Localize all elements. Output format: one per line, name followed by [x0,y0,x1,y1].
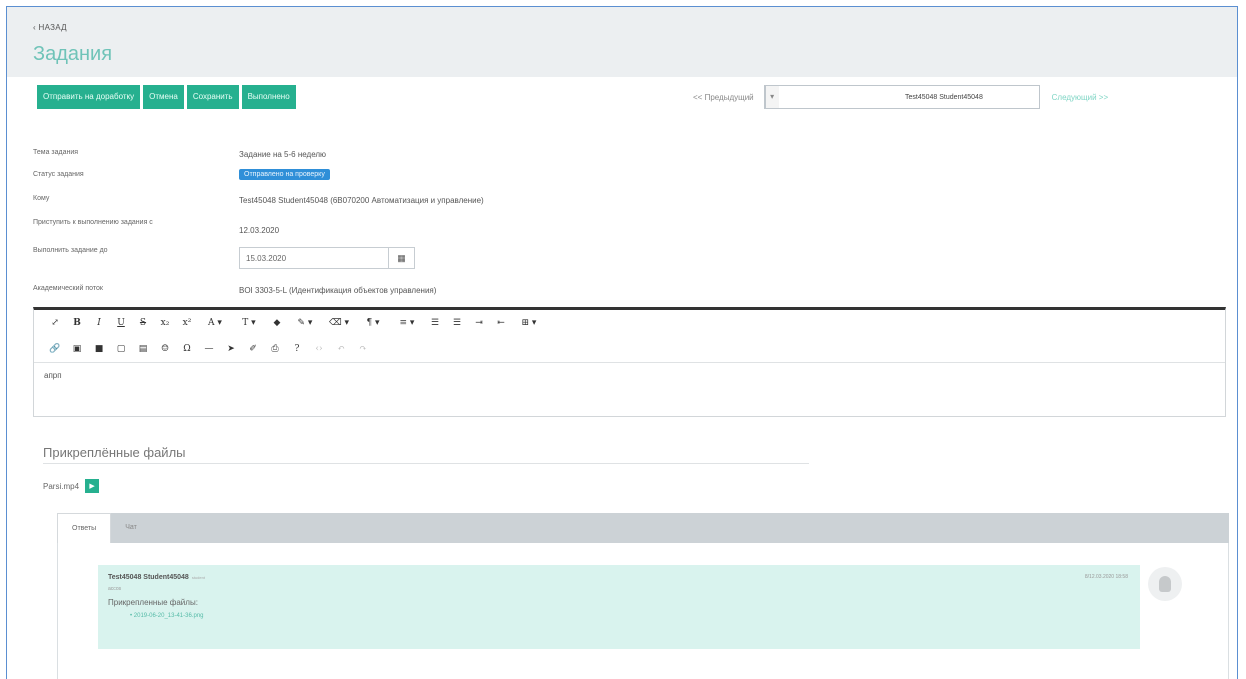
bold-icon[interactable]: B [66,318,88,328]
avatar [1148,567,1182,601]
student-select[interactable]: Test45048 Student45048 ▾ [763,85,1040,109]
user-icon [1159,576,1171,592]
due-date-field[interactable]: 15.03.2020 ▦ [239,247,415,269]
to-whom-label: Кому [33,195,50,202]
link-icon[interactable]: 🔗 [44,344,66,354]
answers-panel: Test45048 Student45048 student ассоs Прик… [57,543,1229,679]
page-header: ‹ НАЗАД Задания [7,7,1237,77]
outdent-icon[interactable]: ⇤ [490,318,512,328]
image-icon[interactable]: ▣ [66,344,88,354]
indent-icon[interactable]: ⇥ [468,318,490,328]
message-file-link[interactable]: • 2019-06-20_13-41-36.png [108,613,1130,619]
save-button[interactable]: Сохранить [186,85,239,109]
code-icon[interactable]: ‹› [308,344,330,354]
highlight-icon[interactable]: ✎ ▾ [288,318,322,328]
status-badge: Отправлено на проверку [239,169,330,180]
emoji-icon[interactable]: ☺ [154,344,176,354]
stream-value: BOI 3303-5-L (Идентификация объектов упр… [239,286,437,295]
next-link[interactable]: Следующий >> [1052,93,1108,102]
message-attachments-label: Прикрепленные файлы: [108,598,198,607]
undo-icon[interactable]: ↶ [330,344,352,354]
list-ordered-icon[interactable]: ☰ [424,318,446,328]
font-family-icon[interactable]: T ▾ [232,318,266,328]
start-date-label: Приступить к выполнению задания с [33,219,153,226]
fullscreen-icon[interactable]: ⤢ [44,318,66,328]
tab-answers[interactable]: Ответы [57,513,112,543]
answer-message: Test45048 Student45048 student ассоs Прик… [98,565,1140,649]
list-unordered-icon[interactable]: ☰ [446,318,468,328]
send-for-revision-button[interactable]: Отправить на доработку [37,85,141,109]
stream-label: Академический поток [33,285,103,292]
topic-value: Задание на 5-6 неделю [239,150,327,159]
message-author-meta: student [191,575,205,580]
play-icon[interactable]: ▶ [85,479,100,493]
eraser-icon[interactable]: ⌫ ▾ [322,318,356,328]
video-icon[interactable]: ■ [88,344,110,354]
print-icon[interactable]: ⎙ [264,344,286,354]
attachment-file-name[interactable]: Parsi.mp4 [43,482,79,491]
brush-icon[interactable]: ✐ [242,344,264,354]
superscript-icon[interactable]: x² [176,318,198,328]
calendar-icon[interactable]: ▦ [388,248,414,268]
italic-icon[interactable]: I [88,318,110,328]
attachments-divider [43,463,809,464]
action-toolbar: Отправить на доработку Отмена Сохранить … [37,85,296,109]
subscript-icon[interactable]: x₂ [154,318,176,328]
due-date-input[interactable]: 15.03.2020 [240,254,388,263]
editor-content[interactable]: апрп [34,362,1225,416]
tab-bar: Ответы Чат [57,513,1229,543]
to-whom-value: Test45048 Student45048 (6B070200 Автомат… [239,196,484,205]
student-select-value: Test45048 Student45048 [905,93,983,101]
complete-button[interactable]: Выполнено [241,85,296,109]
align-icon[interactable]: ≡ ▾ [390,318,424,328]
app-frame: ‹ НАЗАД Задания Отправить на доработку О… [6,6,1238,679]
message-subtitle: ассоs [108,586,122,592]
special-char-icon[interactable]: Ω [176,344,198,354]
start-date-value: 12.03.2020 [239,226,280,235]
previous-link[interactable]: << Предыдущий [693,93,754,102]
topic-label: Тема задания [33,149,79,156]
chevron-down-icon[interactable]: ▾ [764,86,779,108]
status-badge-wrap: Отправлено на проверку [239,169,330,180]
horizontal-rule-icon[interactable]: — [198,344,220,354]
attachment-file: Parsi.mp4 ▶ [43,479,100,493]
editor-toolbar-row-1: ⤢ B I U S x₂ x² A ▾ T ▾ ◆ ✎ ▾ ⌫ ▾ ¶ ▾ ≡ … [34,310,1225,336]
back-link[interactable]: ‹ НАЗАД [33,23,67,32]
tab-chat[interactable]: Чат [111,513,151,543]
message-timestamp: 8/12.03.2020 18:58 [1084,574,1128,580]
editor-toolbar-row-2: 🔗 ▣ ■ ▢ ▤ ☺ Ω — ➤ ✐ ⎙ ? ‹› ↶ ↷ [34,336,1225,362]
cancel-button[interactable]: Отмена [143,85,184,109]
help-icon[interactable]: ? [286,344,308,354]
table-icon[interactable]: ⊞ ▾ [512,318,546,328]
page-title: Задания [33,43,113,65]
rich-text-editor: ⤢ B I U S x₂ x² A ▾ T ▾ ◆ ✎ ▾ ⌫ ▾ ¶ ▾ ≡ … [33,307,1226,417]
due-date-label: Выполнить задание до [33,247,108,254]
message-author-name: Test45048 Student45048 [108,574,189,581]
redo-icon[interactable]: ↷ [352,344,374,354]
paragraph-icon[interactable]: ¶ ▾ [356,318,390,328]
file-icon[interactable]: ▢ [110,344,132,354]
student-navigation: << Предыдущий Test45048 Student45048 ▾ С… [693,85,1108,109]
attachments-title: Прикреплённые файлы [43,445,186,460]
underline-icon[interactable]: U [110,318,132,328]
text-color-icon[interactable]: ◆ [266,318,288,328]
strikethrough-icon[interactable]: S [132,318,154,328]
grid-icon[interactable]: ▤ [132,344,154,354]
message-author: Test45048 Student45048 student [108,574,1130,581]
cursor-icon[interactable]: ➤ [220,344,242,354]
status-label: Статус задания [33,171,84,178]
font-size-icon[interactable]: A ▾ [198,318,232,328]
